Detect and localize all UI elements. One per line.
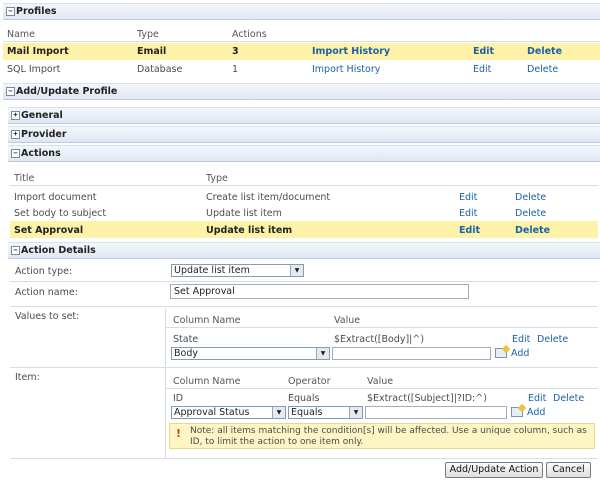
values-col-header: Column Name [173, 315, 241, 326]
expand-icon[interactable]: + [11, 130, 20, 139]
add-update-profile-header[interactable]: − Add/Update Profile [3, 83, 600, 100]
import-history-link[interactable]: Import History [312, 64, 380, 75]
chevron-down-icon: ▼ [272, 407, 285, 418]
warning-icon: ! [176, 427, 182, 440]
delete-link[interactable]: Delete [537, 334, 568, 345]
chevron-down-icon: ▼ [290, 265, 303, 276]
value-column: State [173, 334, 199, 345]
delete-link[interactable]: Delete [515, 208, 546, 219]
action-type: Update list item [206, 208, 282, 219]
edit-link[interactable]: Edit [512, 334, 530, 345]
action-type: Create list item/document [206, 192, 331, 203]
edit-link[interactable]: Edit [459, 225, 480, 236]
note-text: Note: all items matching the condition[s… [190, 426, 587, 447]
col-header-type: Type [206, 173, 228, 184]
profile-type: Email [137, 46, 167, 57]
profile-name: SQL Import [7, 64, 61, 75]
action-title: Set Approval [14, 225, 84, 236]
edit-link[interactable]: Edit [459, 192, 477, 203]
action-type-label: Action type: [15, 266, 73, 277]
chevron-down-icon: ▼ [316, 348, 329, 359]
add-value-link[interactable]: Add [511, 348, 529, 359]
collapse-icon[interactable]: − [6, 87, 15, 96]
add-update-action-button[interactable]: Add/Update Action [445, 462, 543, 478]
table-row-selected [10, 221, 598, 238]
values-to-set-label: Values to set: [15, 311, 80, 322]
note-box: ! Note: all items matching the condition… [169, 423, 595, 449]
import-history-link[interactable]: Import History [312, 46, 390, 57]
col-header-actions: Actions [232, 29, 267, 40]
item-val-header: Value [367, 376, 394, 387]
add-update-profile-title: Add/Update Profile [16, 86, 118, 97]
delete-link[interactable]: Delete [515, 225, 550, 236]
value-input[interactable] [332, 347, 491, 360]
action-type-select[interactable]: Update list item ▼ [171, 264, 304, 277]
item-expression: $Extract([Subject]|?ID:^) [367, 393, 487, 404]
profiles-title: Profiles [16, 6, 57, 17]
item-col-header: Column Name [173, 376, 241, 387]
cancel-button[interactable]: Cancel [546, 462, 591, 478]
col-header-name: Name [7, 29, 36, 40]
provider-header[interactable]: + Provider [8, 126, 600, 143]
general-title: General [21, 110, 63, 121]
item-value-input[interactable] [365, 406, 507, 419]
collapse-icon[interactable]: − [6, 7, 15, 16]
action-details-title: Action Details [21, 245, 96, 256]
action-details-header[interactable]: − Action Details [8, 242, 600, 259]
value-expression: $Extract([Body]|^) [334, 334, 425, 345]
profiles-header[interactable]: − Profiles [3, 3, 600, 20]
actions-header[interactable]: − Actions [8, 145, 600, 162]
action-name-label: Action name: [15, 287, 78, 298]
provider-title: Provider [21, 129, 67, 140]
action-title: Import document [14, 192, 97, 203]
value-column-select[interactable]: Body ▼ [171, 347, 330, 360]
profile-actions-count: 3 [232, 46, 239, 57]
add-item-link[interactable]: Add [527, 407, 545, 418]
add-icon[interactable] [511, 407, 523, 417]
action-name-input[interactable]: Set Approval [170, 284, 469, 299]
delete-link[interactable]: Delete [527, 64, 558, 75]
col-header-title: Title [14, 173, 35, 184]
col-header-type: Type [137, 29, 159, 40]
action-type: Update list item [206, 225, 293, 236]
item-column-select[interactable]: Approval Status ▼ [171, 406, 286, 419]
chevron-down-icon: ▼ [349, 407, 362, 418]
collapse-icon[interactable]: − [11, 149, 20, 158]
general-header[interactable]: + General [8, 107, 600, 124]
item-column: ID [173, 393, 184, 404]
item-operator-select[interactable]: Equals ▼ [288, 406, 363, 419]
profile-name: Mail Import [7, 46, 69, 57]
profile-actions-count: 1 [232, 64, 239, 75]
delete-link[interactable]: Delete [527, 46, 562, 57]
values-val-header: Value [334, 315, 361, 326]
add-icon[interactable] [495, 348, 507, 358]
edit-link[interactable]: Edit [473, 46, 494, 57]
edit-link[interactable]: Edit [528, 393, 546, 404]
collapse-icon[interactable]: − [11, 246, 20, 255]
action-title: Set body to subject [14, 208, 107, 219]
actions-title: Actions [21, 148, 61, 159]
edit-link[interactable]: Edit [473, 64, 491, 75]
edit-link[interactable]: Edit [459, 208, 477, 219]
item-label: Item: [15, 372, 40, 383]
delete-link[interactable]: Delete [553, 393, 584, 404]
item-operator: Equals [288, 393, 320, 404]
profile-type: Database [137, 64, 183, 75]
item-op-header: Operator [288, 376, 331, 387]
table-row-selected [3, 43, 600, 60]
expand-icon[interactable]: + [11, 111, 20, 120]
delete-link[interactable]: Delete [515, 192, 546, 203]
